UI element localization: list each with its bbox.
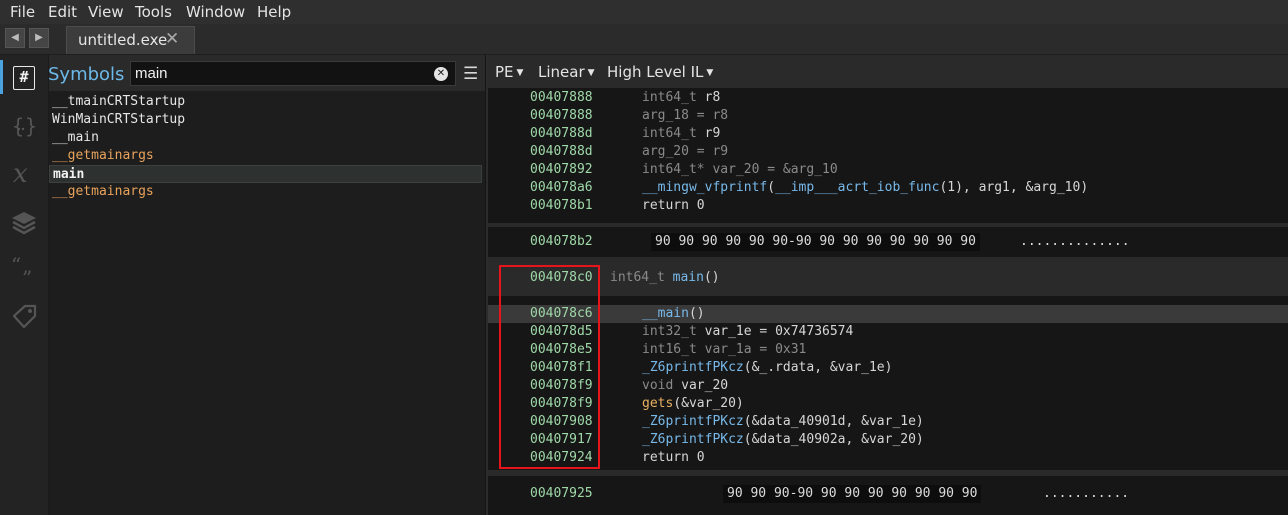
hamburger-menu-icon[interactable]: ☰: [463, 64, 478, 84]
active-indicator: [0, 60, 3, 94]
layers-icon[interactable]: [9, 208, 39, 238]
function-signature[interactable]: 004078c0 int64_t main(): [488, 269, 1288, 287]
symbol-item-import[interactable]: __getmainargs: [49, 183, 481, 201]
code-line[interactable]: 004078d5 int32_t var_1e = 0x74736574: [488, 323, 1288, 341]
tags-icon[interactable]: [9, 303, 39, 333]
back-arrow-icon[interactable]: ◀: [5, 28, 25, 48]
code-line[interactable]: 00407888 int64_t r8: [488, 89, 1288, 107]
code-block: 00407888 int64_t r8 00407888 arg_18 = r8…: [488, 89, 1288, 223]
data-block: 00407925 90 90 90-90 90 90 90 90 90 90 9…: [488, 476, 1288, 515]
code-line[interactable]: 00407888 arg_18 = r8: [488, 107, 1288, 125]
symbol-item-import[interactable]: __getmainargs: [49, 147, 481, 165]
sidebar-rail: # {} x “”: [0, 55, 49, 515]
symbol-search-input[interactable]: [130, 61, 456, 86]
svg-text:{: {: [12, 114, 24, 138]
view-type-dropdown[interactable]: Linear ▼: [538, 63, 595, 81]
symbols-header: Symbols ✕ ☰: [48, 55, 485, 91]
menu-tools[interactable]: Tools: [135, 3, 172, 21]
code-line[interactable]: 0040788d arg_20 = r9: [488, 143, 1288, 161]
symbol-item[interactable]: __tmainCRTStartup: [49, 93, 481, 111]
code-line-highlighted[interactable]: 004078c6 __main(): [488, 305, 1288, 323]
code-line[interactable]: 004078b1 return 0: [488, 197, 1288, 215]
code-line[interactable]: 0040788d int64_t r9: [488, 125, 1288, 143]
symbol-item[interactable]: __main: [49, 129, 481, 147]
symbol-list: __tmainCRTStartup WinMainCRTStartup __ma…: [49, 93, 482, 201]
symbols-panel: Symbols ✕ ☰ __tmainCRTStartup WinMainCRT…: [48, 55, 485, 515]
menu-edit[interactable]: Edit: [48, 3, 77, 21]
chevron-down-icon: ▼: [706, 68, 714, 78]
close-icon[interactable]: ✕: [165, 29, 179, 49]
menu-help[interactable]: Help: [257, 3, 291, 21]
tab-untitled-exe[interactable]: untitled.exe ✕: [66, 26, 195, 54]
variables-icon[interactable]: x: [9, 159, 39, 189]
symbol-item[interactable]: WinMainCRTStartup: [49, 111, 481, 129]
hex-bytes: 90 90 90 90 90 90-90 90 90 90 90 90 90 9…: [651, 233, 980, 251]
svg-text:”: ”: [22, 266, 32, 285]
data-line[interactable]: 004078b2 90 90 90 90 90 90-90 90 90 90 9…: [488, 233, 1288, 251]
hex-bytes: 90 90 90-90 90 90 90 90 90 90 90: [723, 485, 982, 503]
code-block: 004078c6 __main() 004078d5 int32_t var_1…: [488, 296, 1288, 470]
ascii-bytes: ...........: [1043, 486, 1130, 501]
tab-title: untitled.exe: [78, 31, 168, 49]
code-line[interactable]: 00407908 _Z6printfPKcz(&data_40901d, &va…: [488, 413, 1288, 431]
view-toolbar: PE ▼ Linear ▼ High Level IL ▼: [488, 55, 1288, 89]
forward-arrow-icon[interactable]: ▶: [29, 28, 49, 48]
code-line[interactable]: 004078f1 _Z6printfPKcz(&_.rdata, &var_1e…: [488, 359, 1288, 377]
code-line[interactable]: 004078f9 void var_20: [488, 377, 1288, 395]
menu-view[interactable]: View: [88, 3, 124, 21]
types-icon[interactable]: {}: [9, 112, 39, 142]
function-header: 004078c0 int64_t main(): [488, 262, 1288, 296]
svg-text:x: x: [13, 159, 28, 189]
data-line[interactable]: 00407925 90 90 90-90 90 90 90 90 90 90 9…: [488, 485, 1288, 503]
chevron-down-icon: ▼: [587, 68, 595, 78]
code-line[interactable]: 00407917 _Z6printfPKcz(&data_40902a, &va…: [488, 431, 1288, 449]
code-line[interactable]: 004078e5 int16_t var_1a = 0x31: [488, 341, 1288, 359]
menu-window[interactable]: Window: [186, 3, 245, 21]
chevron-down-icon: ▼: [516, 68, 524, 78]
clear-search-icon[interactable]: ✕: [434, 67, 448, 81]
il-level-dropdown[interactable]: High Level IL ▼: [607, 63, 713, 81]
svg-text:“: “: [11, 255, 21, 277]
symbols-icon[interactable]: #: [0, 60, 39, 94]
menu-file[interactable]: File: [10, 3, 35, 21]
ascii-bytes: ..............: [1020, 234, 1130, 249]
code-line[interactable]: 00407892 int64_t* var_20 = &arg_10: [488, 161, 1288, 179]
code-line[interactable]: 004078a6 __mingw_vfprintf(__imp___acrt_i…: [488, 179, 1288, 197]
strings-icon[interactable]: “”: [9, 253, 39, 290]
panel-title: Symbols: [48, 64, 125, 85]
code-line[interactable]: 00407924 return 0: [488, 449, 1288, 467]
code-line[interactable]: 004078f9 gets(&var_20): [488, 395, 1288, 413]
data-block: 004078b2 90 90 90 90 90 90-90 90 90 90 9…: [488, 227, 1288, 257]
menu-bar: File Edit View Tools Window Help: [0, 0, 1288, 24]
linear-view-panel: PE ▼ Linear ▼ High Level IL ▼ 00407888 int6…: [488, 55, 1288, 515]
annotation-highlight-box: [499, 265, 600, 469]
platform-dropdown[interactable]: PE ▼: [495, 63, 523, 81]
svg-text:}: }: [25, 114, 37, 138]
tab-bar: ◀ ▶ untitled.exe ✕: [0, 24, 1288, 55]
symbol-item-selected[interactable]: main: [49, 165, 482, 183]
